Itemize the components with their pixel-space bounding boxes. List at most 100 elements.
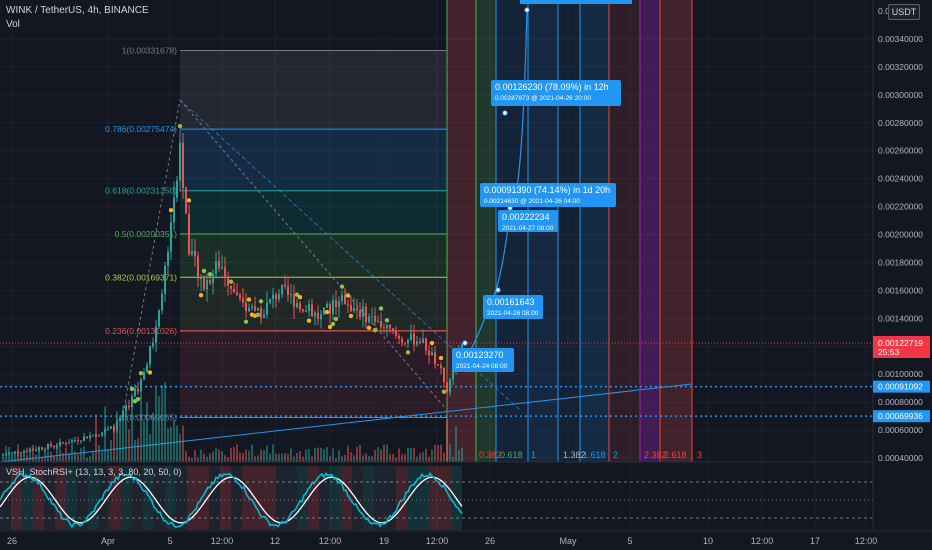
volume-bar bbox=[290, 448, 292, 462]
candle-body bbox=[374, 316, 376, 322]
candle-body bbox=[320, 314, 322, 319]
volume-bar bbox=[236, 444, 238, 462]
candle-body bbox=[401, 338, 403, 343]
volume-bar bbox=[203, 453, 205, 462]
signal-dot bbox=[186, 198, 192, 203]
fib-band bbox=[180, 50, 447, 130]
signal-dot bbox=[306, 318, 312, 323]
candle-body bbox=[134, 388, 136, 397]
candle-body bbox=[293, 294, 295, 307]
candle-body bbox=[407, 339, 409, 344]
candle-body bbox=[2, 454, 4, 456]
projection-point bbox=[524, 7, 530, 13]
candle-body bbox=[221, 267, 223, 269]
price-tick-label: 0.00320000 bbox=[878, 62, 923, 72]
candle-body bbox=[200, 278, 202, 280]
candle-body bbox=[326, 304, 328, 308]
volume-bar bbox=[137, 438, 139, 462]
annotation-text: 0.00091390 (74.14%) in 1d 20h bbox=[484, 185, 610, 195]
candle-body bbox=[86, 436, 88, 439]
volume-bar bbox=[395, 457, 397, 462]
volume-bar bbox=[431, 449, 433, 462]
candle-body bbox=[323, 307, 325, 315]
level-tag-label: 0.00091092 bbox=[878, 382, 923, 392]
candle-body bbox=[404, 342, 406, 344]
price-axis: 0.00360.003400000.003200000.003000000.00… bbox=[872, 0, 932, 550]
candle-body bbox=[50, 444, 52, 446]
volume-bar bbox=[377, 447, 379, 462]
fib-level-label: 0.236(0.00131026) bbox=[105, 326, 177, 336]
fib-band bbox=[180, 330, 447, 418]
volume-bar bbox=[461, 447, 463, 462]
candle-body bbox=[251, 306, 253, 308]
volume-bar bbox=[389, 453, 391, 462]
candle-body bbox=[68, 442, 70, 444]
price-tick-label: 0.00340000 bbox=[878, 34, 923, 44]
volume-bar bbox=[299, 451, 301, 462]
volume-bar bbox=[440, 444, 442, 462]
signal-dot bbox=[438, 355, 444, 361]
candle-body bbox=[113, 426, 115, 431]
oscillator-bg-band bbox=[352, 466, 363, 530]
price-tick-label: 0.00140000 bbox=[878, 313, 923, 323]
volume-bar bbox=[206, 456, 208, 462]
volume-bar bbox=[170, 426, 172, 462]
candle-body bbox=[260, 307, 262, 318]
signal-dot bbox=[135, 396, 141, 402]
signal-dot bbox=[147, 370, 153, 375]
price-tick-label: 0.00040000 bbox=[878, 453, 923, 463]
time-tick-label: 5 bbox=[627, 536, 632, 546]
candle-body bbox=[161, 293, 163, 311]
candle-body bbox=[122, 410, 124, 418]
candle-body bbox=[302, 309, 304, 312]
candle-body bbox=[29, 449, 31, 452]
time-zone-label: 2.618 bbox=[664, 450, 687, 460]
volume-bar bbox=[32, 445, 34, 462]
volume-bar bbox=[335, 457, 337, 462]
volume-bar bbox=[365, 453, 367, 462]
time-tick-label: 12 bbox=[270, 536, 280, 546]
volume-bar bbox=[176, 425, 178, 462]
volume-bar bbox=[50, 451, 52, 462]
time-zone-label: 0.382 bbox=[479, 450, 502, 460]
volume-bar bbox=[275, 453, 277, 462]
fib-retracement: 1(0.00331678) 0.786(0.00275474) 0.618(0.00… bbox=[105, 46, 447, 422]
candle-body bbox=[41, 447, 43, 450]
volume-bar bbox=[296, 452, 298, 462]
candle-body bbox=[176, 180, 178, 198]
volume-bar bbox=[344, 454, 346, 462]
candle-body bbox=[149, 346, 151, 365]
currency-badge[interactable]: USDT bbox=[888, 4, 920, 20]
signal-dot bbox=[333, 316, 339, 322]
signal-dot bbox=[324, 309, 330, 315]
volume-label: Vol bbox=[6, 19, 20, 30]
volume-bar bbox=[152, 412, 154, 462]
volume-bar bbox=[419, 453, 421, 462]
candle-body bbox=[341, 294, 343, 302]
volume-bar bbox=[287, 453, 289, 462]
volume-bar bbox=[212, 451, 214, 462]
candle-body bbox=[311, 304, 313, 317]
volume-bar bbox=[401, 454, 403, 462]
signal-dot bbox=[243, 319, 249, 324]
volume-bar bbox=[368, 456, 370, 462]
signal-dot bbox=[177, 123, 183, 129]
candle-body bbox=[206, 280, 208, 290]
volume-bar bbox=[233, 446, 235, 462]
countdown-label: 25:53 bbox=[878, 347, 900, 357]
candle-body bbox=[416, 341, 418, 345]
candle-body bbox=[329, 304, 331, 314]
candle-body bbox=[143, 372, 145, 380]
volume-bar bbox=[428, 456, 430, 462]
time-zone-label: 3 bbox=[697, 450, 702, 460]
volume-bar bbox=[83, 446, 85, 462]
price-tick-label: 0.00100000 bbox=[878, 369, 923, 379]
candle-body bbox=[290, 294, 292, 296]
volume-bar bbox=[359, 444, 361, 462]
volume-bar bbox=[59, 449, 61, 462]
annotation-subtext: 2021-04-27 08:00 bbox=[502, 225, 554, 232]
volume-bar bbox=[74, 451, 76, 462]
volume-bar bbox=[386, 444, 388, 462]
candle-body bbox=[347, 304, 349, 306]
volume-bar bbox=[353, 455, 355, 462]
